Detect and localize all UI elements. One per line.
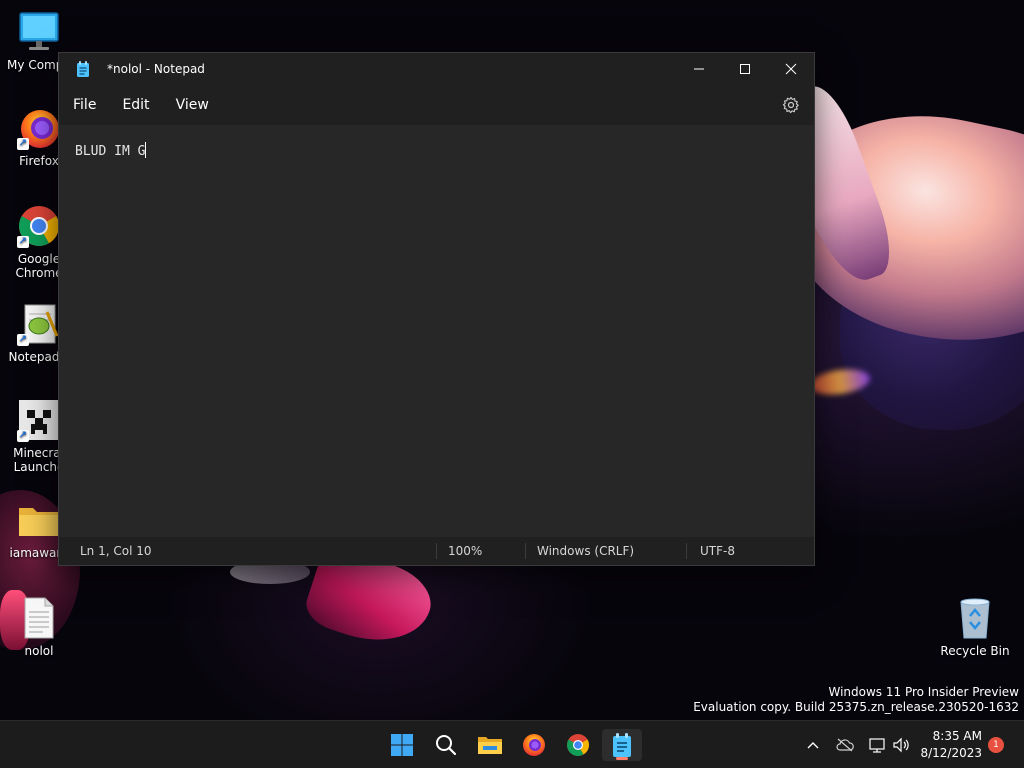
- network-icon: [869, 738, 885, 753]
- notification-badge[interactable]: 1: [988, 737, 1004, 753]
- monitor-icon: [17, 10, 61, 54]
- taskbar: 8:35 AM 8/12/2023 1: [0, 720, 1024, 768]
- search-icon: [436, 735, 457, 756]
- settings-button[interactable]: [782, 96, 800, 114]
- firefox-icon: [523, 734, 545, 756]
- menu-bar: File Edit View: [59, 85, 814, 125]
- folder-icon: [17, 498, 61, 542]
- chrome-icon: [567, 734, 589, 756]
- speaker-icon: [893, 737, 909, 753]
- zoom-text: 100%: [448, 544, 483, 558]
- menu-file[interactable]: File: [60, 97, 109, 113]
- minimize-icon: [694, 68, 704, 70]
- tray-network-button[interactable]: [866, 721, 888, 768]
- desktop-icon-label: Recycle Bin: [940, 644, 1010, 658]
- recycle-bin-icon: [953, 596, 997, 640]
- notepad-icon: [76, 61, 90, 77]
- taskbar-clock[interactable]: 8:35 AM 8/12/2023: [920, 728, 982, 762]
- desktop-icon-label: nolol: [24, 644, 54, 658]
- desktop-icon-label: Launche: [13, 460, 65, 474]
- close-button[interactable]: [768, 53, 814, 85]
- taskbar-chrome[interactable]: [558, 729, 598, 761]
- window-title: *nolol - Notepad: [107, 62, 205, 76]
- status-bar: Ln 1, Col 10 100% Windows (CRLF) UTF-8: [59, 537, 814, 565]
- cloud-offline-icon: [836, 738, 854, 752]
- taskbar-firefox[interactable]: [514, 729, 554, 761]
- status-zoom[interactable]: 100%: [437, 537, 525, 565]
- notepad-plus-icon: ↗: [17, 302, 61, 346]
- maximize-button[interactable]: [722, 53, 768, 85]
- desktop-icon-nolol-file[interactable]: nolol: [1, 596, 77, 658]
- notepad-icon: [613, 733, 631, 757]
- watermark-line: Windows 11 Pro Insider Preview: [828, 685, 1019, 699]
- line-ending-text: Windows (CRLF): [537, 544, 635, 558]
- menu-edit[interactable]: Edit: [109, 97, 162, 113]
- tray-overflow-button[interactable]: [802, 721, 824, 768]
- gear-icon: [782, 96, 799, 114]
- text-editor[interactable]: BLUD IM G: [59, 125, 814, 537]
- active-app-indicator: [616, 757, 628, 760]
- tray-cloud-button[interactable]: [834, 721, 856, 768]
- status-line-ending[interactable]: Windows (CRLF): [526, 537, 686, 565]
- maximize-icon: [740, 64, 750, 74]
- search-button[interactable]: [426, 729, 466, 761]
- tray-volume-button[interactable]: [890, 721, 912, 768]
- windows-watermark: Windows 11 Pro Insider Preview Evaluatio…: [693, 685, 1019, 715]
- chrome-icon: ↗: [17, 204, 61, 248]
- notepad-window[interactable]: *nolol - Notepad File Edit View BLUD IM …: [58, 52, 815, 566]
- clock-time: 8:35 AM: [932, 729, 982, 743]
- title-bar[interactable]: *nolol - Notepad: [59, 53, 814, 85]
- chevron-up-icon: [807, 742, 819, 749]
- watermark-line: Evaluation copy. Build 25375.zn_release.…: [693, 700, 1019, 714]
- windows-logo-icon: [391, 734, 413, 756]
- clock-date: 8/12/2023: [920, 746, 982, 760]
- text-file-icon: [17, 596, 61, 640]
- status-encoding[interactable]: UTF-8: [687, 537, 807, 565]
- desktop-icon-label: Firefox: [19, 154, 59, 168]
- desktop-icon-label: Chrome: [15, 266, 63, 280]
- taskbar-notepad[interactable]: [602, 729, 642, 761]
- status-cursor-position: Ln 1, Col 10: [59, 537, 436, 565]
- desktop-icon-label: Google: [17, 252, 61, 266]
- start-button[interactable]: [382, 729, 422, 761]
- minimize-button[interactable]: [676, 53, 722, 85]
- creeper-icon: ↗: [17, 398, 61, 442]
- taskbar-file-explorer[interactable]: [470, 729, 510, 761]
- editor-content: BLUD IM G: [75, 144, 146, 159]
- cursor-position-text: Ln 1, Col 10: [80, 544, 152, 558]
- desktop-icon-recycle-bin[interactable]: Recycle Bin: [937, 596, 1013, 658]
- text-caret: [145, 142, 147, 158]
- close-icon: [785, 63, 797, 75]
- folder-icon: [478, 737, 502, 754]
- firefox-icon: ↗: [17, 106, 61, 150]
- menu-view[interactable]: View: [163, 97, 222, 113]
- encoding-text: UTF-8: [700, 544, 735, 558]
